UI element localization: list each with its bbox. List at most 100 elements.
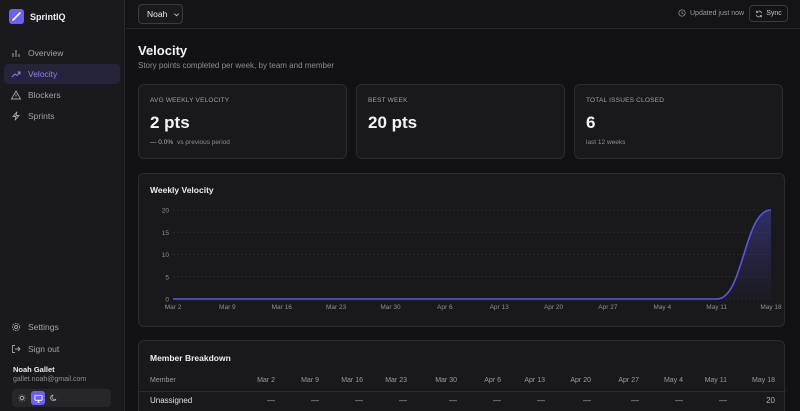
sidebar-bottom-nav: Settings Sign out	[4, 317, 120, 361]
gear-icon	[11, 322, 21, 332]
row-divider	[139, 391, 786, 392]
table-cell: —	[583, 396, 591, 405]
stat-delta: — 0.0%	[150, 139, 174, 146]
table-cell: —	[267, 396, 275, 405]
column-header-member: Member	[150, 377, 176, 384]
column-header: Mar 30	[435, 377, 457, 384]
theme-dark-button[interactable]	[47, 391, 61, 405]
y-tick-label: 5	[165, 274, 169, 281]
stat-note-text: last 12 weeks	[586, 139, 626, 146]
sidebar-item-label: Blockers	[28, 90, 61, 100]
column-header: May 18	[752, 377, 775, 384]
stat-card-best-week: BEST WEEK 20 pts	[356, 84, 565, 159]
refresh-icon	[756, 10, 763, 17]
x-tick-label: Mar 16	[272, 304, 293, 311]
stat-label: AVG WEEKLY VELOCITY	[150, 97, 230, 104]
x-tick-label: Apr 13	[490, 304, 510, 311]
trending-up-icon	[11, 71, 21, 78]
sidebar-item-blockers[interactable]: Blockers	[4, 85, 120, 105]
moon-icon	[50, 394, 57, 402]
page-subtitle: Story points completed per week, by team…	[138, 61, 335, 70]
warning-icon	[11, 90, 21, 100]
sidebar-item-settings[interactable]: Settings	[4, 317, 120, 337]
stat-label: TOTAL ISSUES CLOSED	[586, 97, 665, 104]
sync-label: Sync	[766, 10, 782, 17]
page-title: Velocity	[138, 43, 188, 58]
sidebar-item-sprints[interactable]: Sprints	[4, 106, 120, 126]
sidebar: SprintIQ Overview Velocity Blockers Spri…	[0, 0, 125, 411]
user-email: gallet.noah@gmail.com	[13, 376, 87, 383]
member-select[interactable]: Noah	[138, 4, 183, 24]
user-info: Noah Gallet gallet.noah@gmail.com	[13, 365, 86, 383]
sidebar-item-label: Overview	[28, 48, 64, 58]
y-tick-label: 10	[162, 252, 170, 259]
top-header: Noah Updated just now Sync	[126, 0, 800, 29]
table-cell: —	[631, 396, 639, 405]
user-name: Noah Gallet	[13, 365, 55, 374]
column-header: Apr 13	[524, 377, 545, 384]
column-header: Mar 9	[301, 377, 319, 384]
table-cell: 20	[766, 396, 775, 405]
theme-system-button[interactable]	[31, 391, 45, 405]
table-cell: —	[675, 396, 683, 405]
monitor-icon	[33, 394, 43, 403]
stat-note: last 12 weeks	[586, 139, 625, 146]
stat-label: BEST WEEK	[368, 97, 408, 104]
member-select-value: Noah	[147, 9, 168, 19]
sidebar-item-sign-out[interactable]: Sign out	[4, 339, 120, 359]
stat-note-text: vs previous period	[177, 139, 230, 146]
sidebar-nav: Overview Velocity Blockers Sprints	[4, 43, 120, 127]
column-header: Apr 20	[570, 377, 591, 384]
table-cell: —	[719, 396, 727, 405]
column-header: Apr 6	[484, 377, 501, 384]
table-cell: —	[493, 396, 501, 405]
stat-card-avg-velocity: AVG WEEKLY VELOCITY 2 pts — 0.0% vs previ…	[138, 84, 347, 159]
x-tick-label: May 4	[653, 304, 671, 311]
x-tick-label: Mar 9	[219, 304, 236, 311]
sidebar-item-label: Velocity	[28, 69, 58, 79]
sidebar-item-overview[interactable]: Overview	[4, 43, 120, 63]
sun-icon	[18, 394, 26, 402]
updated-text: Updated just now	[690, 9, 745, 17]
table-title: Member Breakdown	[150, 353, 231, 363]
x-tick-label: Mar 23	[326, 304, 347, 311]
column-header: Mar 2	[257, 377, 275, 384]
x-tick-label: Apr 20	[544, 304, 564, 311]
stat-note: — 0.0% vs previous period	[150, 139, 230, 146]
column-header: May 11	[704, 377, 727, 384]
table-cell: —	[311, 396, 319, 405]
x-tick-label: May 18	[760, 304, 782, 311]
column-header: May 4	[663, 377, 683, 384]
sidebar-item-label: Sprints	[28, 111, 55, 121]
column-header: Mar 23	[385, 377, 407, 384]
brand-logo-icon	[9, 9, 24, 24]
table-cell: —	[449, 396, 457, 405]
sidebar-item-velocity[interactable]: Velocity	[4, 64, 120, 84]
brand[interactable]: SprintIQ	[9, 9, 66, 24]
table-cell: —	[355, 396, 363, 405]
table-row[interactable]: Unassigned — — — — — — — — — — — 20	[139, 396, 786, 411]
weekly-velocity-chart: 0 5 10 15 20 Mar 2 Mar 9 Mar 16 Mar 23 Mar 30 Apr …	[162, 208, 782, 312]
stat-value: 6	[586, 113, 596, 132]
member-breakdown-card: Member Breakdown Member Mar 2 Mar 9 Mar 16…	[138, 340, 786, 411]
y-tick-label: 0	[165, 297, 169, 304]
app-name: SprintIQ	[30, 11, 66, 22]
bar-chart-icon	[12, 50, 20, 57]
stat-card-total-closed: TOTAL ISSUES CLOSED 6 last 12 weeks	[574, 84, 783, 159]
x-tick-label: Mar 2	[165, 304, 182, 311]
x-tick-label: Mar 30	[380, 304, 401, 311]
member-name: Unassigned	[150, 396, 193, 405]
table-cell: —	[537, 396, 545, 405]
sync-button[interactable]: Sync	[749, 5, 788, 22]
x-tick-label: Apr 27	[598, 304, 618, 311]
sidebar-item-label: Sign out	[28, 344, 60, 354]
y-tick-label: 20	[162, 208, 170, 215]
stat-value: 2 pts	[150, 113, 190, 132]
lightning-icon	[12, 111, 20, 121]
x-tick-label: Apr 6	[437, 304, 453, 311]
column-header: Apr 27	[618, 377, 639, 384]
theme-light-button[interactable]	[15, 391, 29, 405]
column-header: Mar 16	[341, 377, 363, 384]
chevron-down-icon	[174, 12, 180, 16]
x-tick-label: May 11	[706, 304, 727, 311]
